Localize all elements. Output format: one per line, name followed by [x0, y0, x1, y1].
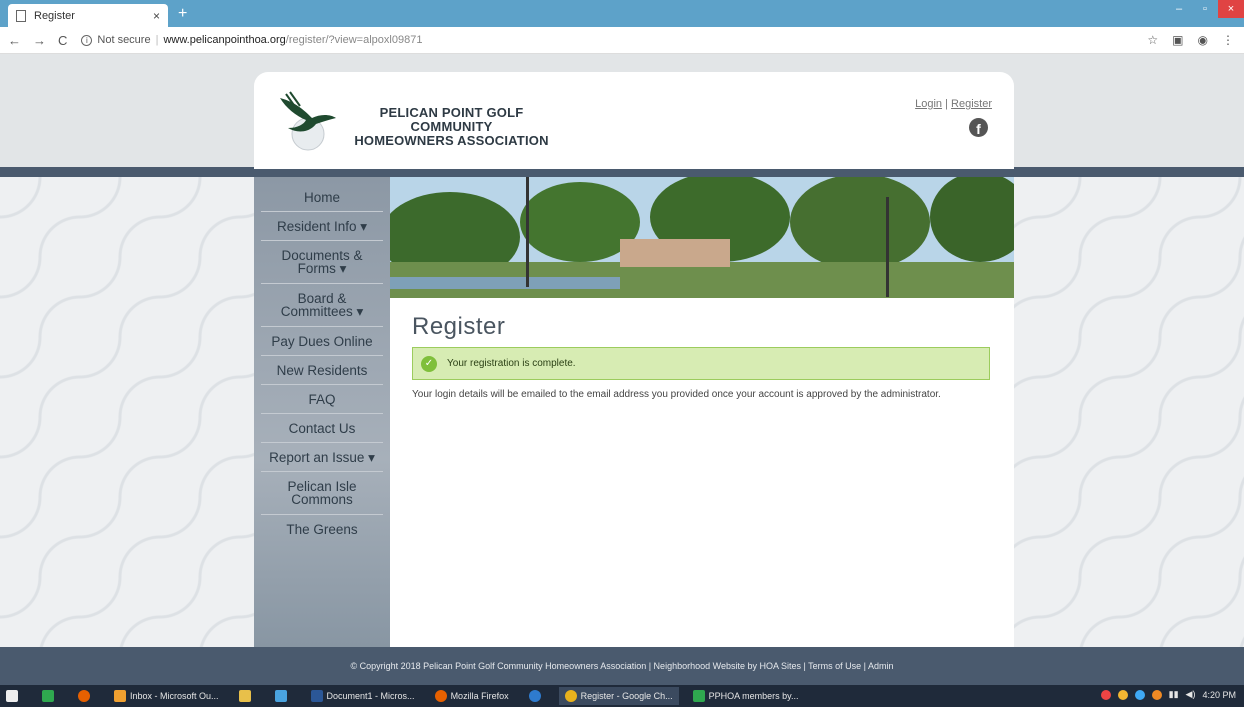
firefox-pin-icon[interactable]	[72, 687, 100, 705]
register-link[interactable]: Register	[951, 98, 992, 110]
clock[interactable]: 4:20 PM	[1202, 690, 1236, 700]
url-field[interactable]: i Not secure | www.pelicanpointhoa.org /…	[81, 34, 422, 46]
reload-button[interactable]: C	[58, 33, 67, 48]
sidebar-item-pelican-isle-commons[interactable]: Pelican Isle Commons	[261, 472, 383, 515]
file-explorer-icon[interactable]	[233, 687, 261, 705]
sidebar-item-faq[interactable]: FAQ	[261, 385, 383, 414]
edge-icon[interactable]	[523, 687, 551, 705]
browser-tab-bar: Register × + – ▫ ×	[0, 0, 1244, 27]
browser-tab[interactable]: Register ×	[8, 4, 168, 27]
profile-icon[interactable]: ◉	[1198, 33, 1208, 47]
sidebar-item-resident-info[interactable]: Resident Info ▾	[261, 212, 383, 241]
main-content: Register ✓ Your registration is complete…	[390, 177, 1014, 647]
new-tab-button[interactable]: +	[178, 5, 187, 23]
tray-app-icon[interactable]	[1117, 689, 1128, 700]
store-icon[interactable]	[36, 687, 64, 705]
taskbar-item-pphoa[interactable]: PPHOA members by...	[687, 687, 805, 705]
site-title-line1: PELICAN POINT GOLF COMMUNITY	[379, 105, 524, 134]
forward-button[interactable]: →	[33, 33, 46, 48]
sidebar-item-new-residents[interactable]: New Residents	[261, 356, 383, 385]
pelican-logo-icon[interactable]	[276, 88, 340, 154]
account-links: Login | Register	[915, 98, 992, 110]
hero-banner-image	[390, 177, 1014, 298]
site-footer[interactable]: © Copyright 2018 Pelican Point Golf Comm…	[0, 647, 1244, 685]
os-taskbar: Inbox - Microsoft Ou... Document1 - Micr…	[0, 685, 1244, 707]
close-window-button[interactable]: ×	[1218, 0, 1244, 18]
start-icon[interactable]	[0, 687, 28, 705]
tray-app-icon[interactable]	[1151, 689, 1162, 700]
page-title: Register	[412, 313, 506, 340]
system-tray: ▮▮ ◀) 4:20 PM	[1100, 689, 1236, 700]
web-page: PELICAN POINT GOLF COMMUNITY HOMEOWNERS …	[0, 54, 1244, 685]
network-icon[interactable]: ▮▮	[1169, 689, 1179, 700]
registration-message: Your login details will be emailed to th…	[412, 389, 941, 400]
taskbar-item-outlook[interactable]: Inbox - Microsoft Ou...	[108, 687, 225, 705]
taskbar-item-firefox[interactable]: Mozilla Firefox	[429, 687, 515, 705]
volume-icon[interactable]: ◀)	[1186, 689, 1196, 700]
info-icon[interactable]: i	[81, 34, 93, 46]
alert-text: Your registration is complete.	[447, 358, 576, 369]
tab-title: Register	[34, 9, 75, 22]
sidebar-item-the-greens[interactable]: The Greens	[261, 515, 383, 544]
tray-app-icon[interactable]	[1134, 689, 1145, 700]
check-circle-icon: ✓	[421, 355, 437, 372]
facebook-icon[interactable]: f	[969, 118, 988, 137]
tray-app-icon[interactable]	[1100, 689, 1111, 700]
sidebar-item-documents-forms[interactable]: Documents & Forms ▾	[261, 241, 383, 284]
sidebar-item-board-committees[interactable]: Board & Committees ▾	[261, 284, 383, 327]
browser-actions: ☆ ▣ ◉ ⋮	[1147, 33, 1234, 47]
tab-close-icon[interactable]: ×	[153, 9, 160, 23]
sidebar-nav: Home Resident Info ▾ Documents & Forms ▾…	[254, 177, 390, 647]
success-alert: ✓ Your registration is complete.	[412, 347, 990, 380]
not-secure-label: Not secure	[97, 34, 151, 46]
back-button[interactable]: ←	[8, 33, 21, 48]
link-separator: |	[945, 98, 948, 110]
sidebar-item-pay-dues[interactable]: Pay Dues Online	[261, 327, 383, 356]
url-path: /register/?view=alpoxl09871	[285, 34, 423, 46]
url-host: www.pelicanpointhoa.org	[163, 34, 286, 46]
site-title-line2: HOMEOWNERS ASSOCIATION	[354, 133, 549, 148]
nav-buttons: ← → C	[8, 33, 67, 48]
bookmark-star-icon[interactable]: ☆	[1147, 33, 1158, 47]
sidebar-item-home[interactable]: Home	[261, 183, 383, 212]
maximize-button[interactable]: ▫	[1192, 0, 1218, 18]
site-title[interactable]: PELICAN POINT GOLF COMMUNITY HOMEOWNERS …	[344, 106, 559, 148]
address-bar: ← → C i Not secure | www.pelicanpointhoa…	[0, 27, 1244, 54]
site-header: PELICAN POINT GOLF COMMUNITY HOMEOWNERS …	[254, 72, 1014, 169]
browser-menu-icon[interactable]: ⋮	[1222, 33, 1234, 47]
sidebar-item-report-issue[interactable]: Report an Issue ▾	[261, 443, 383, 472]
login-link[interactable]: Login	[915, 98, 942, 110]
window-controls: – ▫ ×	[1166, 0, 1244, 18]
minimize-button[interactable]: –	[1166, 0, 1192, 18]
app-icon[interactable]	[269, 687, 297, 705]
taskbar-item-word[interactable]: Document1 - Micros...	[305, 687, 421, 705]
page-icon	[16, 9, 26, 22]
sidebar-item-contact-us[interactable]: Contact Us	[261, 414, 383, 443]
taskbar-item-chrome[interactable]: Register - Google Ch...	[558, 687, 679, 705]
extension-icon[interactable]: ▣	[1172, 33, 1183, 47]
